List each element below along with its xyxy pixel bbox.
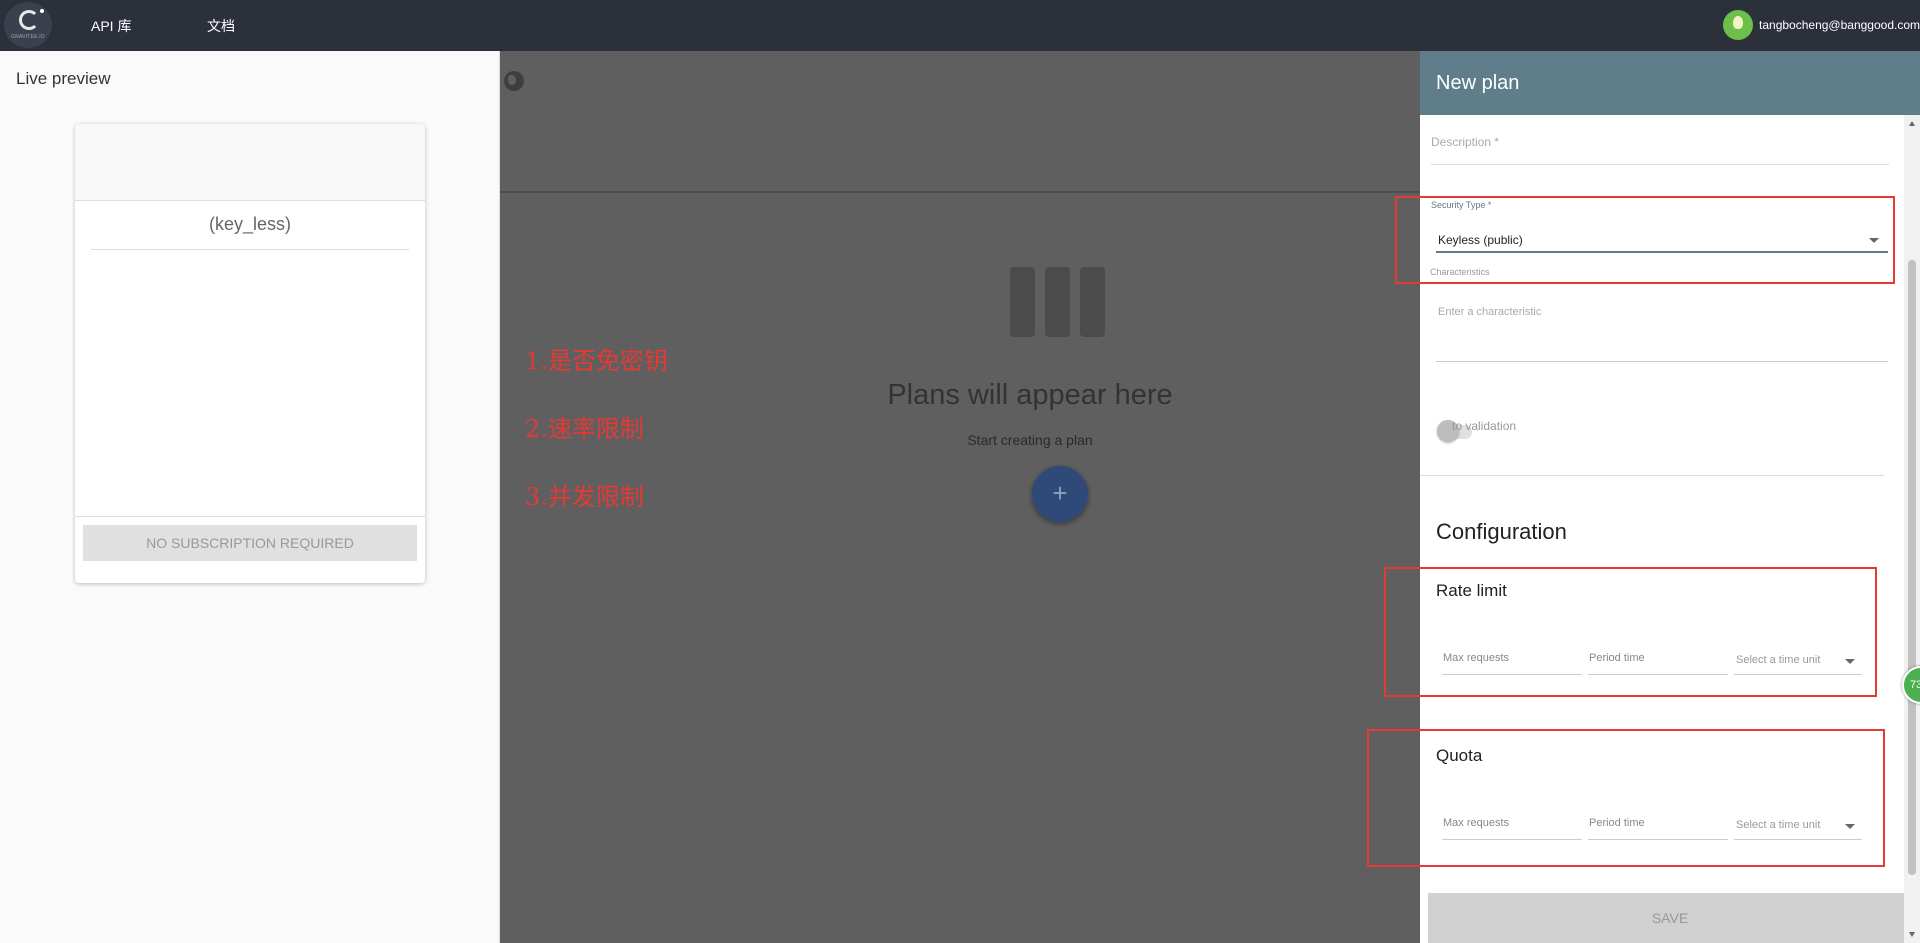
empty-state-title: Plans will appear here	[887, 379, 1173, 411]
plans-overlay[interactable]: Plans will appear here Start creating a …	[500, 51, 1420, 943]
panel-scrollbar[interactable]	[1904, 115, 1920, 943]
annotation-box-rate-limit	[1384, 567, 1877, 697]
live-preview-title: Live preview	[16, 69, 111, 88]
validation-label: to validation	[1452, 419, 1517, 433]
annotation-note: 2.速率限制	[525, 415, 644, 443]
header-divider	[500, 191, 1420, 193]
placeholder-bar	[1045, 267, 1070, 337]
panel-header: New plan	[1420, 51, 1920, 115]
logo-ring-icon	[19, 10, 39, 30]
add-plan-button[interactable]: +	[1032, 466, 1088, 522]
user-menu[interactable]: tangbocheng@banggood.com	[1723, 10, 1920, 40]
empty-state-subtitle: Start creating a plan	[967, 432, 1093, 448]
description-input[interactable]	[1431, 164, 1889, 165]
annotation-note: 1.是否免密钥	[525, 347, 668, 375]
live-preview-panel: Live preview (key_less) NO SUBSCRIPTION …	[0, 51, 500, 943]
placeholder-bar	[1010, 267, 1035, 337]
globe-icon[interactable]	[504, 71, 524, 91]
plan-name: (key_less)	[91, 214, 409, 250]
characteristic-underline	[1436, 361, 1888, 362]
card-footer-divider	[75, 516, 425, 517]
annotation-note: 3.并发限制	[525, 483, 644, 511]
top-navbar: GRAVITEE.IO API 库 文档 tangbocheng@banggoo…	[0, 0, 1920, 51]
scrollbar-thumb[interactable]	[1908, 260, 1916, 875]
card-header	[75, 124, 425, 201]
avatar[interactable]	[1723, 10, 1754, 40]
configuration-title: Configuration	[1436, 519, 1567, 544]
scroll-down-icon[interactable]	[1909, 932, 1915, 937]
user-email[interactable]: tangbocheng@banggood.com	[1759, 18, 1920, 32]
characteristic-input[interactable]: Enter a characteristic	[1438, 306, 1541, 318]
save-button[interactable]: SAVE	[1428, 893, 1912, 943]
nav-docs[interactable]: 文档	[207, 16, 235, 36]
plan-preview-card: (key_less) NO SUBSCRIPTION REQUIRED	[75, 124, 425, 583]
scroll-up-icon[interactable]	[1909, 121, 1915, 126]
nav-api-library[interactable]: API 库	[91, 16, 131, 36]
annotation-box-quota	[1367, 729, 1885, 867]
no-subscription-button[interactable]: NO SUBSCRIPTION REQUIRED	[83, 525, 417, 561]
panel-title: New plan	[1436, 72, 1520, 94]
gravitee-logo[interactable]: GRAVITEE.IO	[4, 2, 52, 48]
logo-dot	[40, 9, 44, 13]
logo-text: GRAVITEE.IO	[11, 34, 45, 40]
section-divider	[1420, 475, 1884, 476]
description-label: Description *	[1431, 135, 1500, 149]
placeholder-bar	[1080, 267, 1105, 337]
annotation-box-security	[1395, 196, 1895, 284]
